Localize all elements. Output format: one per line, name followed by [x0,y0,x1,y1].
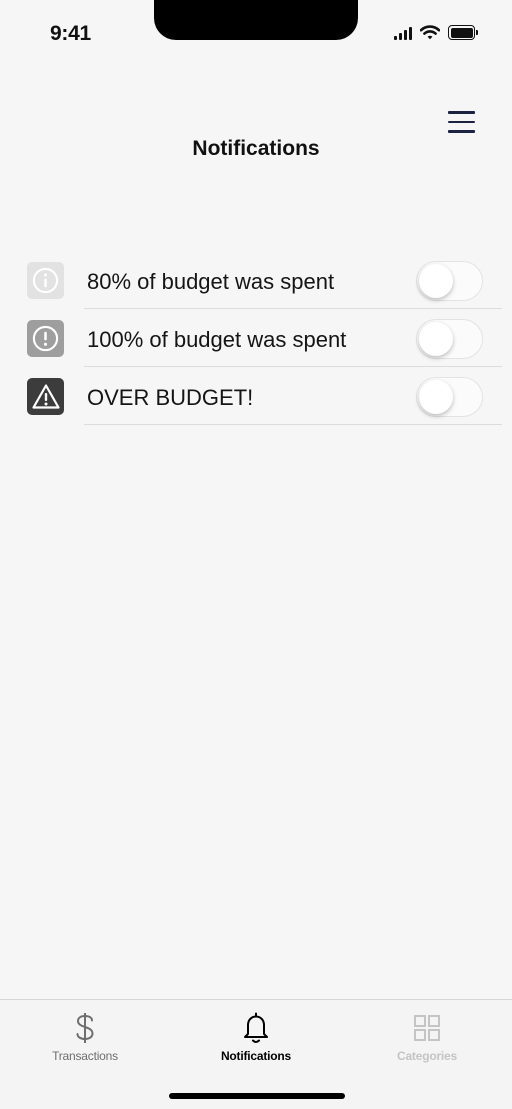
battery-icon [448,25,478,40]
info-icon [27,262,64,299]
status-icons [394,25,478,40]
toggle-knob [419,264,453,298]
menu-bar [447,120,475,124]
menu-bar [447,130,475,133]
alert-circle-icon [27,320,64,357]
menu-bar [447,111,475,114]
tab-label: Categories [396,1049,458,1063]
menu-button[interactable] [440,105,482,139]
notification-row-over-budget: OVER BUDGET! [0,367,512,425]
toggle-knob [419,322,453,356]
row-label: 100% of budget was spent [87,327,347,352]
notification-row-80-percent: 80% of budget was spent [0,251,512,309]
tab-label: Transactions [52,1049,118,1063]
device-notch [154,0,358,40]
notification-row-100-percent: 100% of budget was spent [0,309,512,367]
tab-label: Notifications [220,1049,292,1063]
home-indicator [169,1093,345,1099]
tab-categories[interactable]: Categories [342,1008,512,1078]
tab-transactions[interactable]: Transactions [0,1008,170,1078]
tab-notifications[interactable]: Notifications [171,1008,341,1078]
grid-icon [412,1008,442,1048]
toggle-over-budget[interactable] [416,377,483,417]
row-label: 80% of budget was spent [87,269,335,294]
notification-settings-list: 80% of budget was spent 100% of budget w… [0,251,512,425]
row-divider [84,424,502,425]
toggle-knob [419,380,453,414]
toggle-80-percent[interactable] [416,261,483,301]
status-bar: 9:41 [0,0,512,60]
cellular-signal-icon [394,25,412,40]
dollar-icon [72,1008,98,1048]
status-time: 9:41 [50,22,91,45]
page-title: Notifications [192,137,320,160]
wifi-icon [420,25,440,40]
bell-icon [241,1008,271,1048]
toggle-100-percent[interactable] [416,319,483,359]
row-label: OVER BUDGET! [87,385,254,410]
warning-triangle-icon [27,378,64,415]
